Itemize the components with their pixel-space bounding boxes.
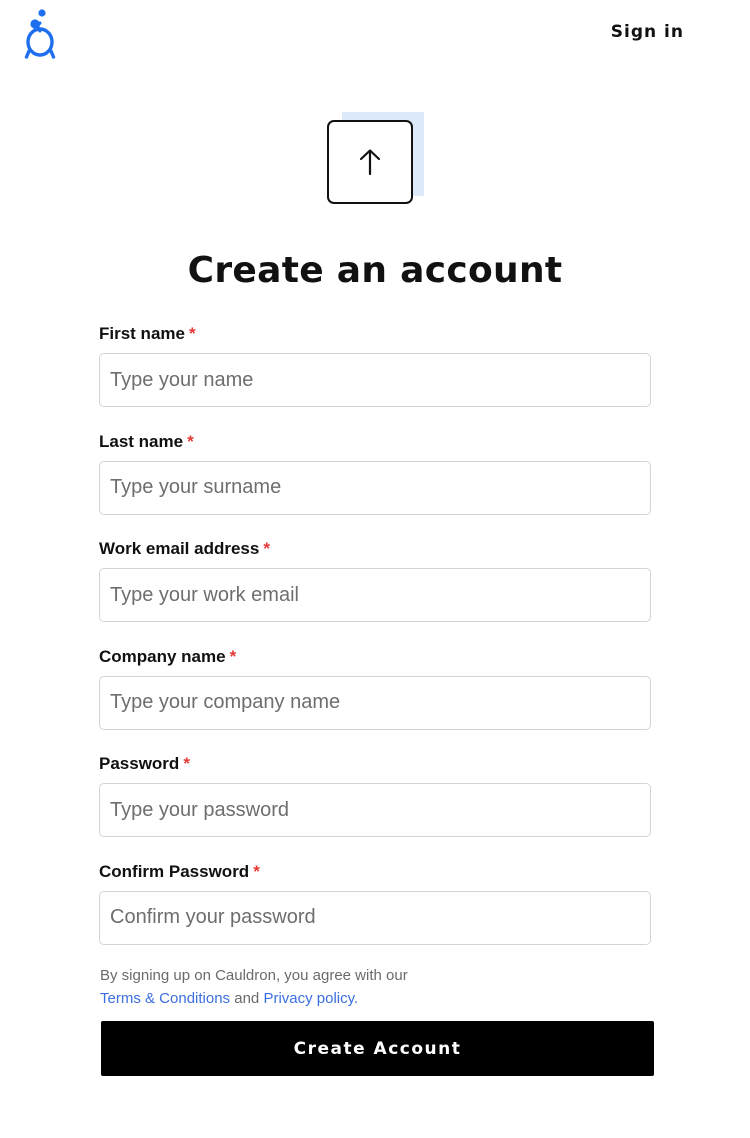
password-label: Password * — [99, 754, 190, 773]
confirm-password-field: Confirm Password * — [99, 862, 651, 970]
confirm-password-label: Confirm Password * — [99, 861, 260, 881]
work-email-field: Work email address * — [99, 539, 651, 647]
last-name-field: Last name * — [99, 432, 651, 540]
required-marker: * — [187, 431, 194, 451]
last-name-input[interactable] — [99, 460, 651, 515]
company-name-label: Company name * — [99, 646, 237, 666]
company-name-field: Company name * — [99, 647, 651, 755]
first-name-label: First name * — [99, 324, 196, 343]
confirm-password-input[interactable] — [99, 890, 651, 945]
terms-conditions-link[interactable]: Terms & Conditions — [100, 990, 230, 1007]
required-marker: * — [183, 754, 190, 773]
password-field: Password * — [99, 754, 651, 862]
sign-in-link[interactable]: Sign in — [611, 22, 684, 42]
first-name-field: First name * — [99, 324, 651, 432]
required-marker: * — [229, 646, 237, 666]
required-marker: * — [188, 324, 196, 343]
terms-prefix: By signing up on Cauldron, you agree wit… — [100, 967, 408, 984]
first-name-input[interactable] — [99, 353, 651, 407]
company-name-input[interactable] — [99, 675, 651, 730]
cauldron-logo-icon[interactable] — [22, 8, 58, 60]
terms-conjunction: and — [234, 990, 260, 1007]
work-email-label: Work email address * — [99, 539, 270, 558]
work-email-input[interactable] — [99, 568, 651, 622]
create-account-button[interactable]: Create Account — [101, 1021, 654, 1076]
arrow-up-icon — [359, 149, 381, 176]
privacy-policy-link[interactable]: Privacy policy. — [263, 990, 358, 1007]
terms-notice: By signing up on Cauldron, you agree wit… — [100, 964, 660, 1010]
required-marker: * — [263, 539, 270, 558]
signup-form: First name* Last name* Work email addres… — [99, 324, 651, 969]
last-name-label: Last name * — [99, 431, 194, 451]
upload-button[interactable] — [327, 120, 413, 204]
required-marker: * — [253, 861, 260, 881]
password-input[interactable] — [99, 783, 651, 837]
avatar-upload — [327, 112, 425, 210]
page-title: Create an account — [187, 250, 563, 291]
